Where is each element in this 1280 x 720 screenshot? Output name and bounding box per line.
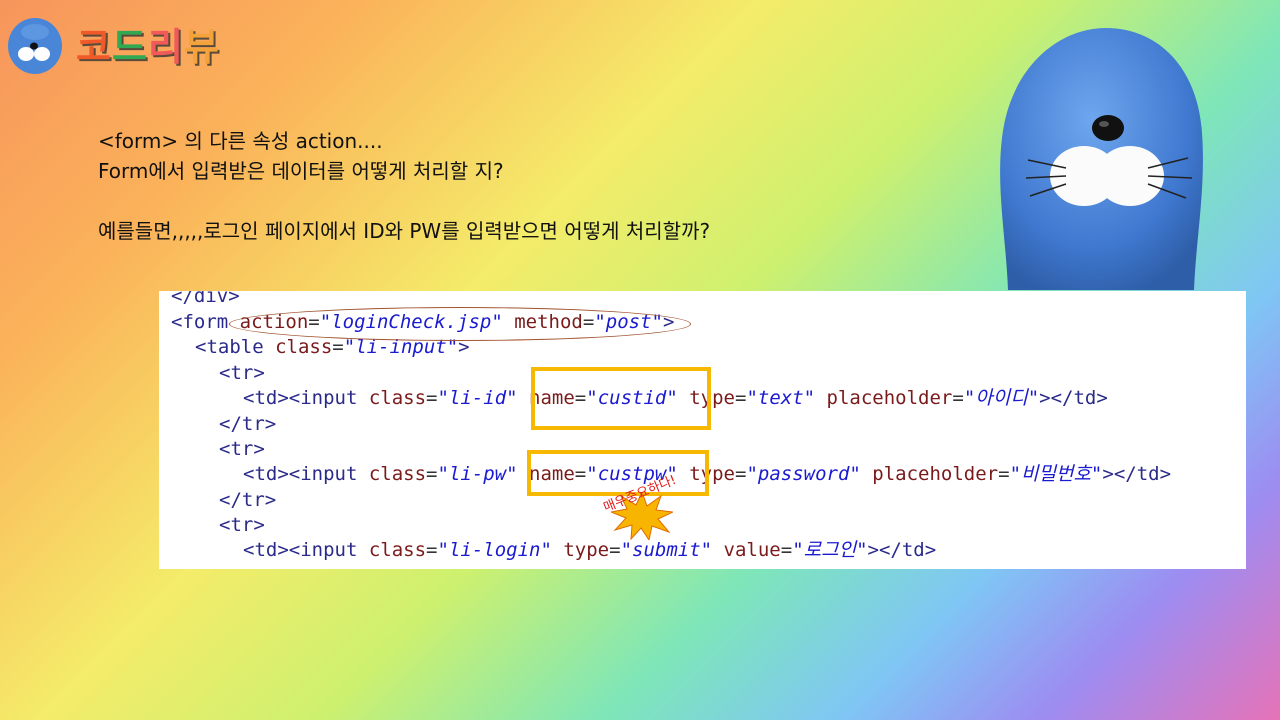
code-token: <tr>: [219, 362, 265, 384]
code-token: class: [275, 336, 333, 358]
mascot-illustration: [1000, 28, 1203, 290]
code-line-input-login: <td><input class="li-login" type="submit…: [243, 539, 937, 561]
code-token: value: [723, 539, 781, 561]
code-line-tr-close-1: </tr>: [219, 412, 276, 436]
logo-title: 코드리뷰: [76, 16, 220, 71]
logo-char-2: 드: [111, 24, 148, 69]
code-token: "text": [746, 387, 816, 409]
body-line-1: <form> 의 다른 속성 action....: [98, 129, 383, 153]
code-token: "li-id": [437, 387, 518, 409]
code-line-tr-open-2: <tr>: [219, 437, 265, 461]
logo-char-3: 리: [147, 24, 184, 69]
body-line-3: 예를들면,,,,,로그인 페이지에서 ID와 PW를 입력받으면 어떻게 처리할…: [98, 219, 711, 243]
code-line-tr-open-1: <tr>: [219, 361, 265, 385]
code-token: placeholder: [826, 387, 953, 409]
code-token: ></td>: [1039, 387, 1108, 409]
code-token: <td><input: [243, 539, 358, 561]
mascot-logo-icon: [8, 18, 62, 74]
code-token: <td><input: [243, 387, 358, 409]
code-token: "비밀번호": [1009, 463, 1103, 485]
code-token: <tr>: [219, 514, 265, 536]
action-method-highlight-oval: [229, 307, 691, 341]
code-token: "li-pw": [437, 463, 518, 485]
slide-body-text: <form> 의 다른 속성 action.... Form에서 입력받은 데이…: [98, 126, 710, 246]
code-token: class: [368, 387, 427, 409]
code-token: <table: [195, 336, 264, 358]
code-token: "아이디": [963, 387, 1040, 409]
custid-highlight-box: [531, 367, 711, 430]
code-token: placeholder: [872, 463, 999, 485]
code-line-tr-open-3: <tr>: [219, 513, 265, 537]
code-token: "로그인": [792, 539, 868, 561]
code-token: class: [368, 539, 427, 561]
code-token: </tr>: [219, 413, 277, 435]
logo: 코드리뷰: [4, 10, 220, 76]
code-token: "li-login": [437, 539, 552, 561]
logo-char-4: 뷰: [183, 24, 220, 69]
code-token: </div>: [171, 291, 240, 307]
code-token: type: [563, 539, 610, 561]
code-token: </tr>: [219, 489, 277, 511]
code-line-div-close: </div>: [171, 291, 240, 308]
custpw-highlight-box: [527, 450, 709, 496]
code-token: <td><input: [243, 463, 358, 485]
code-token: ></td>: [1102, 463, 1172, 485]
body-line-2: Form에서 입력받은 데이터를 어떻게 처리할 지?: [98, 159, 504, 183]
code-token: "submit": [620, 539, 713, 561]
logo-char-1: 코: [76, 24, 112, 69]
code-token: <form: [171, 311, 229, 333]
code-line-tr-close-2: </tr>: [219, 488, 276, 512]
code-token: class: [368, 463, 427, 485]
code-token: <tr>: [219, 438, 265, 460]
code-token: "password": [746, 463, 861, 485]
code-token: ></td>: [867, 539, 937, 561]
